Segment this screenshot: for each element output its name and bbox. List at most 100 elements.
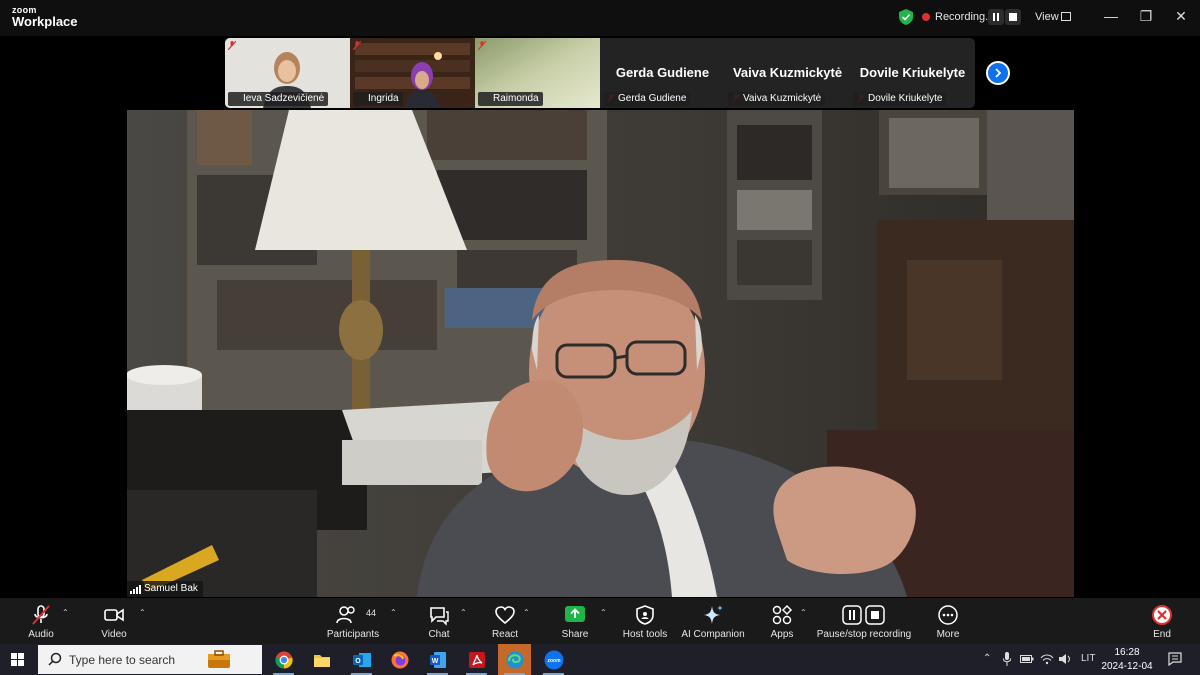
participant-tile[interactable]: Ieva Sadzevičienė [225,38,350,108]
svg-text:zoom: zoom [547,658,561,664]
stop-icon [1009,13,1017,21]
participants-options-chevron-icon[interactable]: ⌃ [390,608,397,617]
taskbar-clock[interactable]: 16:28 2024-12-04 [1100,646,1154,674]
more-button[interactable]: More [926,598,970,644]
svg-text:W: W [431,658,438,665]
more-label: More [936,629,960,640]
windows-start-icon[interactable] [11,653,24,666]
grid-view-icon[interactable] [1061,12,1071,21]
audio-label: Audio [28,629,54,640]
battery-icon[interactable] [1020,655,1034,663]
edge-taskbar-button[interactable] [498,644,531,675]
participant-display-name: Gerda Gudiene [615,65,710,80]
participant-count: 44 [366,608,377,618]
apps-icon [772,604,793,625]
video-button[interactable]: Video [89,598,139,644]
speaker-name-label: Samuel Bak [127,581,203,597]
meeting-toolbar: Audio ⌃ Video ⌃ Participants 44 ⌃ Chat ⌃… [0,598,1200,644]
acrobat-taskbar-button[interactable] [460,644,493,675]
participant-display-name: Vaiva Kuzmickytė [732,65,843,80]
muted-mic-icon [228,41,236,50]
participants-label: Participants [326,629,380,640]
zoom-logo: zoom Workplace [12,6,78,29]
audio-options-chevron-icon[interactable]: ⌃ [62,608,69,617]
participant-name: Gerda Gudiene [603,92,691,106]
chat-button[interactable]: Chat [417,598,461,644]
share-label: Share [561,629,589,640]
firefox-taskbar-button[interactable] [383,644,416,675]
stop-recording-button[interactable] [1005,9,1021,25]
participant-name: Ingrida [353,92,403,106]
zoom-taskbar-button[interactable]: zoom [537,644,570,675]
pause-stop-recording-icon [842,605,885,625]
end-meeting-button[interactable]: End [1142,598,1182,644]
end-icon [1152,605,1172,625]
speaker-video-frame [127,110,1074,597]
share-options-chevron-icon[interactable]: ⌃ [600,608,607,617]
chrome-icon [274,651,293,669]
briefcase-icon [208,650,230,668]
pause-icon [993,13,999,21]
chat-options-chevron-icon[interactable]: ⌃ [460,608,467,617]
audio-button[interactable]: Audio [16,598,66,644]
muted-mic-icon [353,41,361,50]
recording-label: Recording... [935,11,995,23]
acrobat-icon [468,651,485,668]
word-icon: W [429,651,446,668]
video-camera-icon [104,608,124,622]
windows-taskbar: Type here to search O W zoom ⌃ LIT 16:28… [0,644,1200,675]
ai-companion-button[interactable]: AI Companion [680,598,746,644]
participants-button[interactable]: Participants [322,598,384,644]
file-explorer-taskbar-button[interactable] [305,644,338,675]
participant-tile[interactable]: Vaiva Kuzmickytė Vaiva Kuzmickytė [725,38,850,108]
volume-icon[interactable] [1058,653,1072,665]
language-indicator[interactable]: LIT [1081,653,1095,664]
encryption-shield-icon[interactable] [899,9,913,25]
shield-icon [636,605,654,625]
wifi-icon[interactable] [1040,653,1054,665]
chevron-right-icon [995,68,1002,78]
apps-button[interactable]: Apps [760,598,804,644]
host-tools-button[interactable]: Host tools [617,598,673,644]
participant-tile[interactable]: Gerda Gudiene Gerda Gudiene [600,38,725,108]
participant-name: Dovile Kriukelyte [853,92,947,106]
recording-dot-icon [922,13,930,21]
participant-name: Vaiva Kuzmickytė [728,92,826,106]
chrome-taskbar-button[interactable] [267,644,300,675]
video-label: Video [101,629,127,640]
word-taskbar-button[interactable]: W [421,644,454,675]
logo-line2: Workplace [12,14,78,29]
show-hidden-icons-chevron-icon[interactable]: ⌃ [983,653,991,664]
gallery-strip: Ieva Sadzevičienė Ingrida Raimonda Gerda… [225,38,975,108]
react-options-chevron-icon[interactable]: ⌃ [523,608,530,617]
share-button[interactable]: Share [553,598,597,644]
outlook-taskbar-button[interactable]: O [345,644,378,675]
speaker-name: Samuel Bak [144,583,198,594]
microphone-tray-icon[interactable] [1003,652,1011,666]
search-placeholder: Type here to search [69,653,176,667]
participant-tile[interactable]: Dovile Kriukelyte Dovile Kriukelyte [850,38,975,108]
clock-time: 16:28 [1114,647,1140,658]
react-button[interactable]: React [483,598,527,644]
edge-icon [506,651,523,668]
heart-icon [495,606,515,625]
pause-recording-button[interactable] [988,9,1004,25]
minimize-button[interactable]: — [1101,8,1121,24]
participant-tile[interactable]: Ingrida [350,38,475,108]
pause-stop-recording-button[interactable]: Pause/stop recording [814,598,914,644]
taskbar-search[interactable]: Type here to search [38,645,262,674]
apps-options-chevron-icon[interactable]: ⌃ [800,608,807,617]
participant-tile[interactable]: Raimonda [475,38,600,108]
view-button[interactable]: View [1035,11,1059,23]
active-speaker-video: Samuel Bak [127,110,1074,597]
sparkle-icon [704,605,723,624]
more-icon [938,605,958,625]
restore-button[interactable]: ❐ [1136,8,1156,25]
next-page-button[interactable] [986,61,1010,85]
notifications-icon[interactable] [1168,652,1182,666]
close-window-button[interactable]: ✕ [1171,8,1191,25]
host-tools-label: Host tools [622,629,668,640]
video-options-chevron-icon[interactable]: ⌃ [139,608,146,617]
ai-companion-label: AI Companion [681,629,745,640]
end-label: End [1153,629,1171,640]
